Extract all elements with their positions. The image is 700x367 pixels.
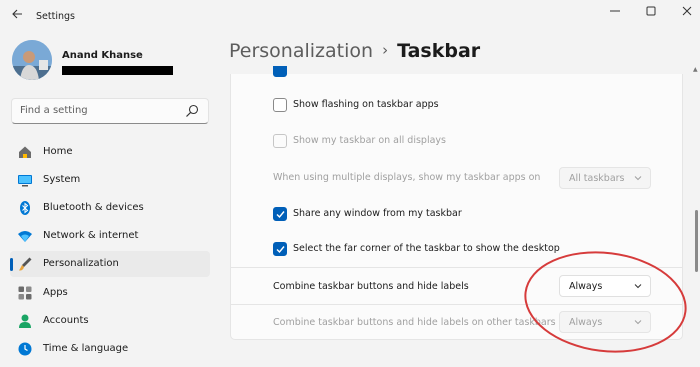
checkmark-icon — [276, 211, 285, 219]
checkmark-icon — [276, 246, 285, 254]
back-button[interactable] — [8, 8, 26, 26]
active-indicator — [10, 258, 13, 271]
sidebar-item-label: Accounts — [43, 315, 89, 326]
sidebar-item-label: Bluetooth & devices — [43, 202, 144, 213]
multi-display-row: When using multiple displays, show my ta… — [231, 163, 682, 193]
partial-checkbox[interactable] — [273, 66, 287, 77]
far-corner-checkbox[interactable] — [273, 242, 287, 256]
accounts-icon — [19, 314, 31, 328]
share-window-row: Share any window from my taskbar — [231, 199, 682, 229]
sidebar-item-label: Time & language — [43, 343, 129, 354]
combine-buttons-label: Combine taskbar buttons and hide labels — [273, 281, 469, 292]
search-box[interactable]: Find a setting — [11, 98, 209, 124]
chevron-down-icon — [634, 176, 642, 181]
partial-row — [231, 66, 682, 78]
scrollbar-thumb[interactable] — [695, 210, 698, 272]
far-corner-label: Select the far corner of the taskbar to … — [293, 243, 560, 254]
bluetooth-icon — [20, 201, 30, 215]
close-icon — [682, 6, 692, 16]
system-icon — [18, 175, 32, 187]
close-button[interactable] — [676, 4, 698, 22]
share-window-checkbox[interactable] — [273, 207, 287, 221]
minimize-button[interactable] — [604, 4, 626, 22]
dropdown-value: All taskbars — [569, 173, 625, 184]
show-all-displays-row: Show my taskbar on all displays — [231, 126, 682, 156]
combine-other-label: Combine taskbar buttons and hide labels … — [273, 317, 556, 328]
share-window-label: Share any window from my taskbar — [293, 208, 462, 219]
sidebar-item-bluetooth[interactable]: Bluetooth & devices — [10, 195, 210, 221]
sidebar-item-label: System — [43, 174, 81, 185]
page-title: Taskbar — [397, 40, 481, 62]
sidebar-item-accounts[interactable]: Accounts — [10, 308, 210, 334]
redacted-email — [62, 66, 173, 75]
home-icon — [19, 146, 31, 158]
breadcrumb-separator: › — [382, 41, 389, 59]
breadcrumb-parent[interactable]: Personalization — [229, 40, 373, 62]
personalization-icon — [19, 257, 32, 271]
sidebar-item-time-language[interactable]: Time & language — [10, 336, 210, 362]
sidebar-item-label: Apps — [43, 287, 68, 298]
minimize-icon — [610, 10, 620, 12]
user-name: Anand Khanse — [62, 50, 143, 61]
network-icon — [18, 231, 32, 242]
time-language-icon — [18, 342, 32, 356]
show-all-displays-checkbox[interactable] — [273, 134, 287, 148]
sidebar-item-system[interactable]: System — [10, 167, 210, 193]
avatar[interactable] — [12, 40, 52, 80]
maximize-icon — [646, 6, 656, 16]
title-bar: Settings — [0, 0, 700, 34]
show-flashing-label: Show flashing on taskbar apps — [293, 99, 439, 110]
sidebar-item-home[interactable]: Home — [10, 139, 210, 165]
sidebar-item-label: Home — [43, 146, 73, 157]
app-title: Settings — [36, 11, 75, 22]
show-all-displays-label: Show my taskbar on all displays — [293, 135, 446, 146]
sidebar-item-label: Personalization — [43, 258, 119, 269]
sidebar-item-network[interactable]: Network & internet — [10, 223, 210, 249]
search-icon — [186, 104, 199, 117]
sidebar-item-personalization[interactable]: Personalization — [10, 251, 210, 277]
sidebar-item-apps[interactable]: Apps — [10, 280, 210, 306]
show-flashing-checkbox[interactable] — [273, 98, 287, 112]
multi-display-dropdown[interactable]: All taskbars — [559, 167, 651, 189]
search-input[interactable]: Find a setting — [20, 105, 88, 116]
back-arrow-icon — [12, 9, 22, 19]
show-flashing-row: Show flashing on taskbar apps — [231, 90, 682, 120]
multi-display-label: When using multiple displays, show my ta… — [273, 172, 541, 183]
maximize-button[interactable] — [640, 4, 662, 22]
apps-icon — [18, 286, 32, 300]
scroll-up-icon[interactable]: ▲ — [693, 66, 698, 73]
sidebar-item-label: Network & internet — [43, 230, 139, 241]
